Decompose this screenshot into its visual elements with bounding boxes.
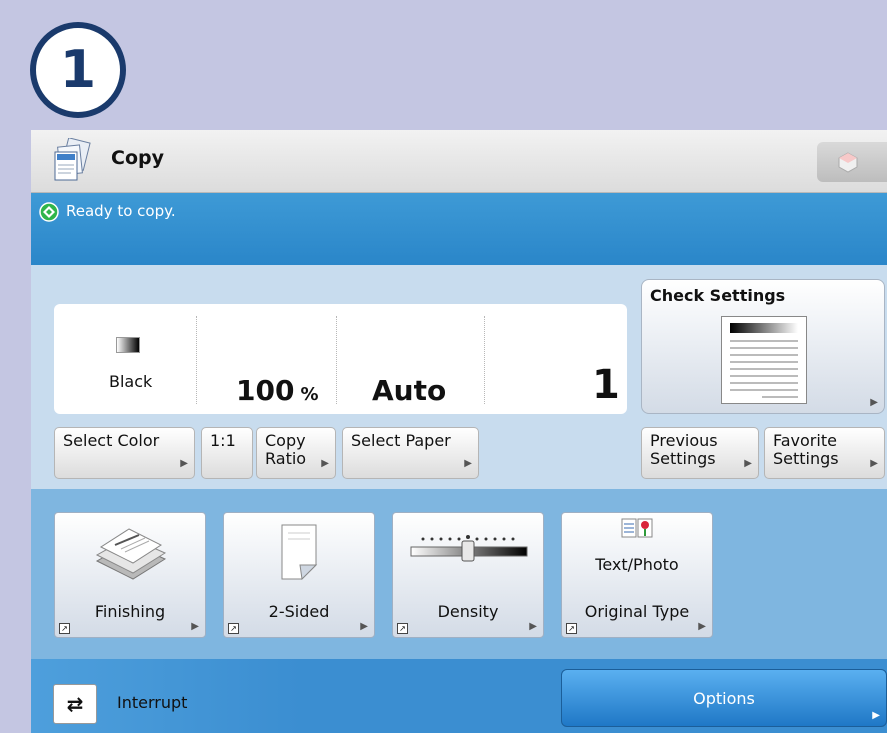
paper-value: Auto <box>372 374 447 407</box>
status-bar: Ready to copy. <box>31 193 887 265</box>
select-color-label: Select Color <box>63 431 160 450</box>
finishing-label: Finishing <box>94 602 166 621</box>
popup-indicator-icon: ↗ <box>59 623 70 634</box>
divider <box>336 316 337 404</box>
arrow-right-icon: ▶ <box>698 621 706 632</box>
interrupt-icon: ⇄ <box>53 684 97 724</box>
copy-documents-icon <box>54 138 91 181</box>
arrow-right-icon: ▶ <box>321 458 329 469</box>
options-label: Options <box>693 688 755 708</box>
previous-settings-label-1: Previous <box>650 431 718 450</box>
copy-ratio-label-1: Copy <box>265 431 306 450</box>
copy-ratio-button[interactable]: Copy Ratio ▶ <box>256 427 336 479</box>
original-type-button[interactable]: Text/Photo Original Type ↗ ▶ <box>561 512 713 638</box>
arrow-right-icon: ▶ <box>180 458 188 469</box>
divider <box>196 316 197 404</box>
popup-indicator-icon: ↗ <box>566 623 577 634</box>
favorite-settings-label-1: Favorite <box>773 431 837 450</box>
status-message: Ready to copy. <box>66 202 176 220</box>
options-button[interactable]: Options ▶ <box>561 669 887 727</box>
select-paper-label: Select Paper <box>351 431 451 450</box>
arrow-right-icon: ▶ <box>464 458 472 469</box>
copy-ratio-label-2: Ratio <box>265 449 307 468</box>
density-button[interactable]: Density ↗ ▶ <box>392 512 544 638</box>
ratio-1to1-button[interactable]: 1:1 <box>201 427 253 479</box>
ready-status-icon <box>39 202 59 222</box>
copy-screen: Copy Ready to copy. Black 100% Auto 1 Se… <box>31 130 887 733</box>
interrupt-button[interactable]: ⇄ Interrupt <box>31 659 301 733</box>
ratio-unit: % <box>300 384 319 405</box>
copy-ratio-value: 100% <box>236 374 319 407</box>
title-bar: Copy <box>31 130 887 193</box>
favorite-settings-label-2: Settings <box>773 449 839 468</box>
document-preview-icon <box>721 316 807 404</box>
original-type-label: Original Type <box>584 602 690 621</box>
settings-panel: Black 100% Auto 1 Select Color ▶ 1:1 Cop… <box>31 265 887 489</box>
app-title: Copy <box>111 147 164 169</box>
settings-summary: Black 100% Auto 1 <box>54 304 627 414</box>
original-type-value: Text/Photo <box>595 555 679 574</box>
finishing-button[interactable]: Finishing ↗ ▶ <box>54 512 206 638</box>
two-sided-button[interactable]: 2-Sided ↗ ▶ <box>223 512 375 638</box>
previous-settings-label-2: Settings <box>650 449 716 468</box>
interrupt-label: Interrupt <box>117 693 188 712</box>
step-number-badge: 1 <box>30 22 126 118</box>
ratio-number: 100 <box>236 374 295 407</box>
two-sided-label: 2-Sided <box>268 602 330 621</box>
arrow-right-icon: ▶ <box>191 621 199 632</box>
select-paper-button[interactable]: Select Paper ▶ <box>342 427 479 479</box>
status-monitor-button[interactable] <box>817 142 887 182</box>
divider <box>484 316 485 404</box>
favorite-settings-button[interactable]: Favorite Settings ▶ <box>764 427 885 479</box>
color-mode-icon <box>116 337 140 353</box>
arrow-right-icon: ▶ <box>529 621 537 632</box>
ratio-1to1-label: 1:1 <box>210 431 236 450</box>
popup-indicator-icon: ↗ <box>397 623 408 634</box>
arrow-right-icon: ▶ <box>872 710 880 721</box>
check-settings-button[interactable]: Check Settings ▶ <box>641 279 885 414</box>
arrow-right-icon: ▶ <box>870 458 878 469</box>
original-type-icon <box>621 518 653 538</box>
arrow-right-icon: ▶ <box>870 397 878 408</box>
arrow-right-icon: ▶ <box>360 621 368 632</box>
previous-settings-button[interactable]: Previous Settings ▶ <box>641 427 759 479</box>
copies-count: 1 <box>592 362 620 408</box>
function-area: Finishing ↗ ▶ 2-Sided ↗ ▶ Density ↗ ▶ Te… <box>31 489 887 659</box>
color-mode-value: Black <box>109 372 153 391</box>
two-sided-icon <box>281 524 318 581</box>
status-monitor-icon <box>838 152 858 173</box>
arrow-right-icon: ▶ <box>744 458 752 469</box>
select-color-button[interactable]: Select Color ▶ <box>54 427 195 479</box>
check-settings-label: Check Settings <box>650 286 786 305</box>
footer-bar: ⇄ Interrupt Options ▶ <box>31 659 887 733</box>
density-slider-icon <box>410 535 528 562</box>
density-label: Density <box>437 602 499 621</box>
finishing-icon <box>95 528 167 580</box>
popup-indicator-icon: ↗ <box>228 623 239 634</box>
